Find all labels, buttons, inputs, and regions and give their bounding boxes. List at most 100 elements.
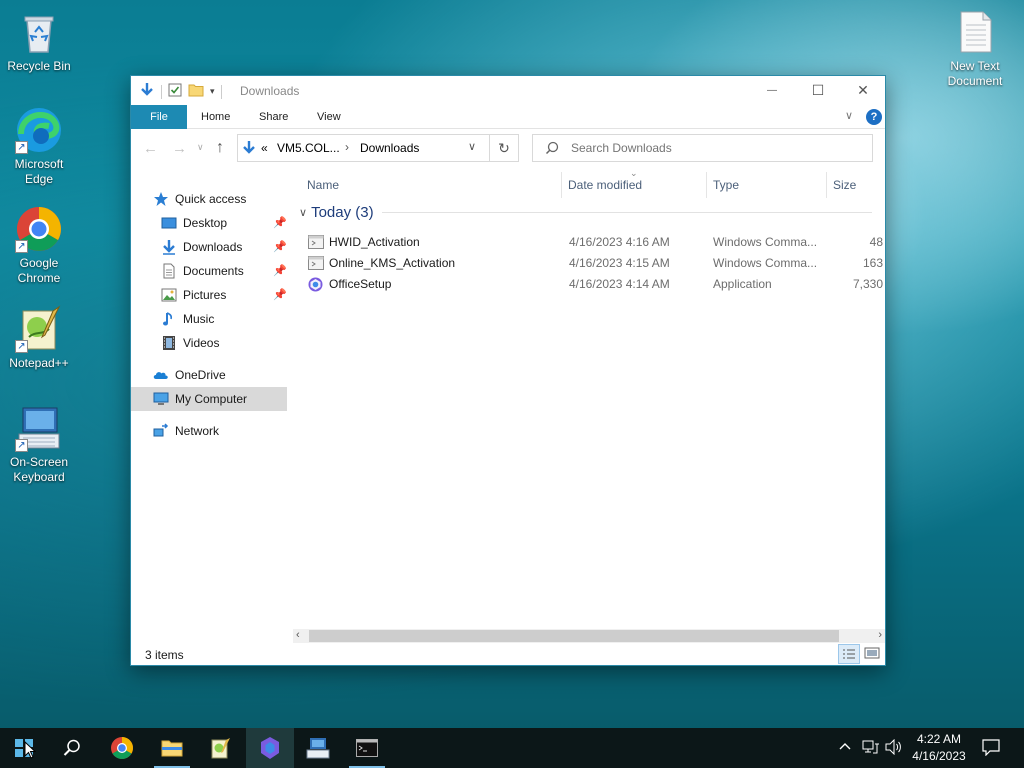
folder-icon bbox=[161, 740, 183, 757]
tab-file[interactable]: File bbox=[131, 105, 187, 129]
shortcut-arrow-icon: ↗ bbox=[15, 141, 28, 154]
desktop-icon-chrome[interactable]: ↗ Google Chrome bbox=[1, 205, 77, 286]
taskbar-notepadpp[interactable] bbox=[196, 728, 244, 768]
desktop-icon-new-text-document[interactable]: New Text Document bbox=[937, 8, 1013, 89]
nav-item-documents[interactable]: Documents 📌 bbox=[161, 259, 287, 283]
forward-button[interactable]: → bbox=[172, 140, 187, 157]
nav-quick-access[interactable]: Quick access bbox=[153, 187, 246, 211]
nav-item-desktop[interactable]: Desktop 📌 bbox=[161, 211, 287, 235]
file-date: 4/16/2023 4:16 AM bbox=[569, 235, 670, 249]
scroll-left-icon[interactable]: ‹ bbox=[296, 629, 300, 641]
quick-access-toolbar: ▾ bbox=[139, 82, 222, 101]
file-date: 4/16/2023 4:15 AM bbox=[569, 256, 670, 270]
search-box[interactable] bbox=[532, 134, 873, 162]
taskbar-chrome[interactable] bbox=[98, 728, 146, 768]
address-dropdown-icon[interactable]: ∨ bbox=[468, 140, 476, 153]
taskbar-file-explorer[interactable] bbox=[148, 728, 196, 768]
pin-icon[interactable]: 📌 bbox=[273, 211, 287, 235]
on-screen-keyboard-icon bbox=[306, 738, 330, 759]
action-center-button[interactable] bbox=[982, 739, 1000, 768]
mouse-cursor-icon bbox=[24, 740, 37, 762]
address-overflow[interactable]: « bbox=[261, 141, 268, 155]
music-icon bbox=[161, 311, 177, 327]
recent-locations-icon[interactable]: ∨ bbox=[197, 142, 204, 153]
taskbar-office-setup[interactable] bbox=[246, 728, 294, 768]
scrollbar-thumb[interactable] bbox=[309, 630, 839, 642]
nav-onedrive[interactable]: OneDrive bbox=[153, 363, 226, 387]
refresh-button[interactable]: ↻ bbox=[489, 134, 519, 162]
file-name: OfficeSetup bbox=[329, 277, 392, 291]
customize-toolbar-icon[interactable]: ▾ bbox=[210, 86, 215, 97]
star-icon bbox=[153, 191, 169, 207]
taskbar-command-prompt[interactable] bbox=[343, 728, 391, 768]
desktop-icon-osk[interactable]: ↗ On-Screen Keyboard bbox=[1, 404, 77, 485]
nav-network[interactable]: Network bbox=[153, 419, 219, 443]
group-header-today[interactable]: ∨ Today (3) bbox=[299, 204, 872, 221]
tab-home[interactable]: Home bbox=[187, 105, 244, 129]
window-title: Downloads bbox=[240, 84, 300, 98]
recycle-bin-icon bbox=[15, 8, 63, 56]
desktop-icon-label: Notepad++ bbox=[9, 356, 69, 370]
taskbar-on-screen-keyboard[interactable] bbox=[294, 728, 342, 768]
tab-view[interactable]: View bbox=[303, 105, 355, 129]
title-bar[interactable]: ▾ Downloads — ☐ ✕ bbox=[131, 76, 885, 105]
new-folder-icon[interactable] bbox=[188, 83, 204, 100]
maximize-button[interactable]: ☐ bbox=[795, 76, 841, 105]
breadcrumb-segment[interactable]: VM5.COL... bbox=[277, 141, 340, 155]
notepad-plus-plus-icon bbox=[211, 738, 230, 759]
desktop-icon-label: New Text Document bbox=[947, 59, 1003, 88]
chevron-down-icon[interactable]: ∨ bbox=[299, 206, 307, 219]
chrome-icon: ↗ bbox=[15, 205, 63, 253]
desktop-icon-label: On-Screen Keyboard bbox=[9, 455, 69, 484]
nav-my-computer[interactable]: My Computer bbox=[131, 387, 287, 411]
pin-icon[interactable]: 📌 bbox=[273, 235, 287, 259]
taskbar-clock[interactable]: 4:22 AM 4/16/2023 bbox=[898, 731, 980, 765]
nav-item-music[interactable]: Music bbox=[161, 307, 287, 331]
file-date: 4/16/2023 4:14 AM bbox=[569, 277, 670, 291]
file-list[interactable]: Name ⌄ Date modified Type Size ∨ Today (… bbox=[293, 168, 885, 642]
file-row[interactable]: Online_KMS_Activation 4/16/2023 4:15 AM … bbox=[305, 253, 885, 274]
expand-ribbon-icon[interactable]: ∨ bbox=[845, 109, 853, 122]
search-icon bbox=[545, 141, 559, 158]
file-row[interactable]: OfficeSetup 4/16/2023 4:14 AM Applicatio… bbox=[305, 274, 885, 295]
clock-date: 4/16/2023 bbox=[912, 749, 966, 763]
column-header-size[interactable]: Size bbox=[827, 172, 885, 198]
nav-item-downloads[interactable]: Downloads 📌 bbox=[161, 235, 287, 259]
search-input[interactable] bbox=[571, 141, 861, 155]
desktop-icon-notepadpp[interactable]: ↗ Notepad++ bbox=[1, 305, 77, 371]
nav-item-pictures[interactable]: Pictures 📌 bbox=[161, 283, 287, 307]
tab-share[interactable]: Share bbox=[245, 105, 302, 129]
details-view-button[interactable] bbox=[838, 644, 860, 664]
minimize-button[interactable]: — bbox=[749, 76, 795, 105]
file-explorer-window[interactable]: ▾ Downloads — ☐ ✕ File Home Share View ∨… bbox=[130, 75, 886, 666]
desktop-icon-edge[interactable]: ↗ Microsoft Edge bbox=[1, 106, 77, 187]
chevron-right-icon[interactable]: › bbox=[345, 140, 349, 154]
help-icon[interactable]: ? bbox=[866, 109, 882, 125]
shortcut-arrow-icon: ↗ bbox=[15, 240, 28, 253]
file-row[interactable]: HWID_Activation 4/16/2023 4:16 AM Window… bbox=[305, 232, 885, 253]
properties-icon[interactable] bbox=[168, 83, 182, 100]
large-icons-view-button[interactable] bbox=[862, 644, 882, 664]
scroll-right-icon[interactable]: › bbox=[878, 629, 882, 641]
search-button[interactable] bbox=[48, 728, 96, 768]
back-button[interactable]: ← bbox=[143, 140, 158, 157]
column-header-date[interactable]: Date modified bbox=[562, 172, 706, 198]
pin-icon[interactable]: 📌 bbox=[273, 259, 287, 283]
search-icon bbox=[63, 739, 80, 756]
pin-icon[interactable]: 📌 bbox=[273, 283, 287, 307]
close-button[interactable]: ✕ bbox=[840, 76, 886, 105]
horizontal-scrollbar[interactable]: ‹ › bbox=[293, 629, 885, 643]
notepad-plus-plus-icon: ↗ bbox=[15, 305, 63, 353]
column-header-type[interactable]: Type bbox=[707, 172, 827, 198]
ribbon-tabs: File Home Share View ∨ ? bbox=[131, 105, 885, 129]
network-icon bbox=[153, 423, 169, 439]
network-tray-button[interactable] bbox=[862, 739, 880, 768]
breadcrumb-segment[interactable]: Downloads bbox=[360, 141, 419, 155]
desktop-icon-recycle-bin[interactable]: Recycle Bin bbox=[1, 8, 77, 74]
nav-item-videos[interactable]: Videos bbox=[161, 331, 287, 355]
shortcut-arrow-icon: ↗ bbox=[15, 340, 28, 353]
column-header-name[interactable]: Name bbox=[301, 172, 561, 198]
show-hidden-icons-button[interactable] bbox=[838, 739, 852, 768]
up-button[interactable]: ↑ bbox=[216, 139, 224, 157]
address-bar[interactable]: « VM5.COL... › Downloads ∨ bbox=[237, 134, 519, 162]
